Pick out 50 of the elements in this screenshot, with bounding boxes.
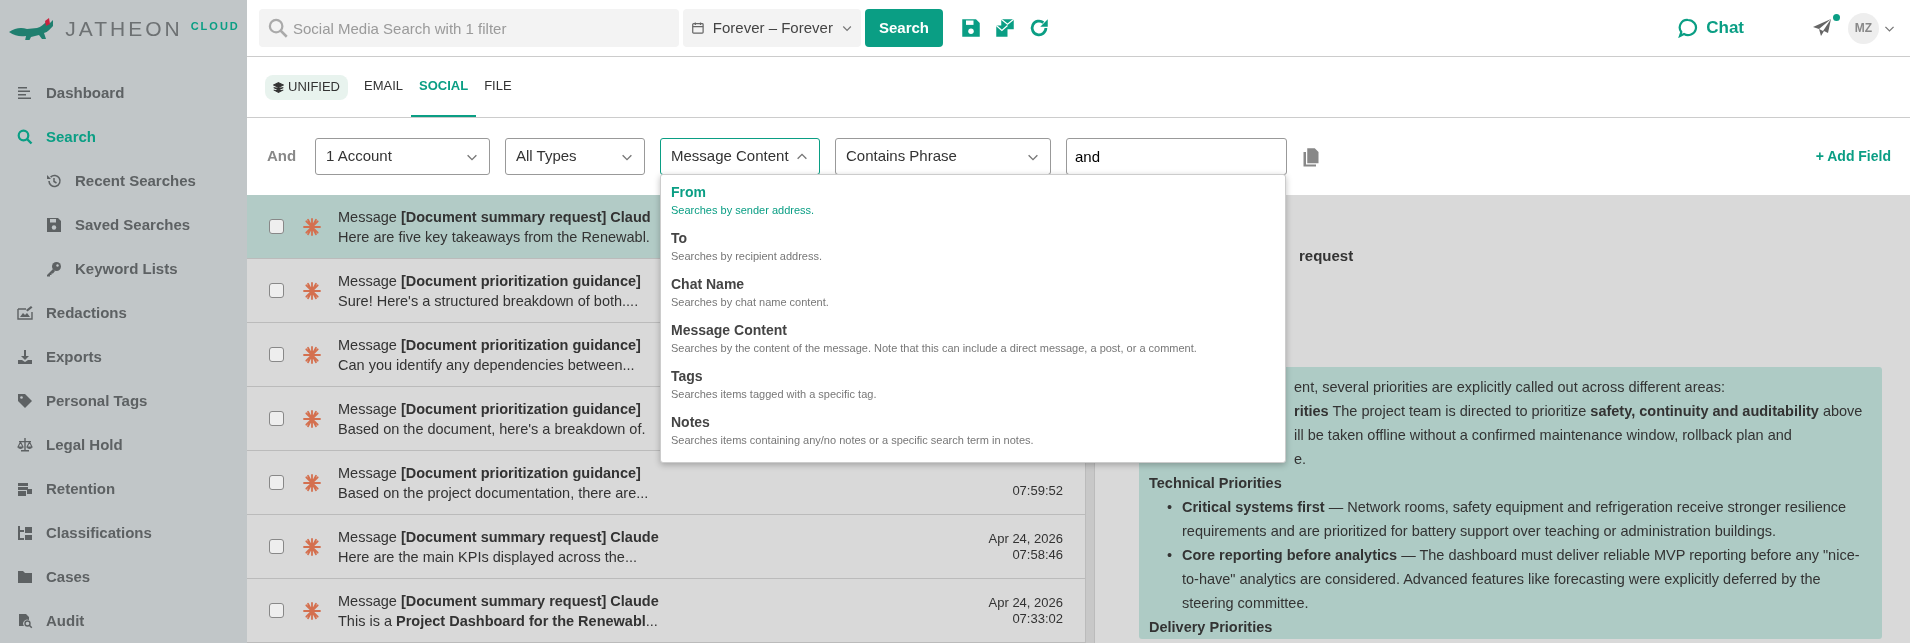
option-description: Searches by sender address. [671,203,816,218]
result-title: Message [Document prioritization guidance] [338,463,642,483]
result-title: Message [Document prioritization guidance] [338,399,642,419]
result-preview: This is a Project Dashboard for the Renewabl... [338,611,659,631]
select-value: Message Content [671,146,789,167]
option-description: Searches items containing any/no notes or a specific search term in notes. [671,433,1035,448]
option-title: From [671,183,707,202]
body-text: e. [1293,450,1308,469]
option-title: Chat Name [671,275,746,294]
section-heading: Technical Priorities [1149,474,1283,493]
select-value: Contains Phrase [846,146,957,167]
bullet-marker: • [1167,498,1174,517]
result-title: Message [Document prioritization guidance] [338,335,641,355]
operator-label: And [267,146,298,167]
bullet-marker: • [1167,546,1174,565]
option-title: To [671,229,689,248]
result-date: Apr 24, 2026 [988,594,1063,611]
option-description: Searches by the content of the message. Note that this can include a direct message, a post, or a comment. [671,341,1198,356]
result-time: 07:33:02 [1012,610,1063,627]
result-date: Apr 24, 2026 [988,530,1063,547]
result-time: 07:59:52 [1012,482,1063,499]
option-description: Searches by recipient address. [671,249,824,264]
option-description: Searches by chat name content. [671,295,830,310]
result-title: Message [Document summary request] Claud [338,207,651,227]
result-preview: Here are the main KPIs displayed across the... [338,547,638,567]
result-title: Message [Document summary request] Claude [338,591,659,611]
body-text: ent, several priorities are explicitly called out across different areas: [1293,378,1726,397]
result-preview: Based on the project documentation, there are... [338,483,649,503]
result-preview: Can you identify any dependencies between... [338,355,636,375]
result-preview: Sure! Here's a structured breakdown of both.... [338,291,640,311]
detail-heading: request [1299,246,1355,266]
select-value: 1 Account [326,146,392,167]
bullet-item: Critical systems first — Network rooms, safety equipment and refrigeration receive stronger resilience requirements and are prioritized for battery support over teaching or administration buildings. [1182,498,1848,541]
body-text: rities The project team is directed to prioritize safety, continuity and auditability above [1293,402,1864,421]
option-title: Notes [671,413,711,432]
result-title: Message [Document summary request] Claude [338,527,659,547]
option-title: Tags [671,367,704,386]
bullet-item: Core reporting before analytics — The dashboard must deliver reliable MVP reporting before any "nice-to-have" analytics are considered. Advanced features like forecasting were explicitly deferred by the steering committee. [1182,546,1861,613]
section-heading: Delivery Priorities [1149,618,1274,637]
logo-wordmark: JATHEON [65,15,183,42]
select-value: All Types [516,146,577,167]
result-title: Message [Document prioritization guidance] [338,271,641,291]
body-text: ill be taken offline without a confirmed maintenance window, rollback plan and [1293,426,1793,445]
result-preview: Here are five key takeaways from the Renewabl. [338,227,651,247]
result-time: 07:58:46 [1012,546,1063,563]
option-description: Searches items tagged with a specific tag. [671,387,878,402]
logo-suffix: CLOUD [190,18,240,34]
result-preview: Based on the document, here's a breakdown of. [338,419,646,439]
option-title: Message Content [671,321,788,340]
date-range-value: Forever – Forever [712,17,833,38]
